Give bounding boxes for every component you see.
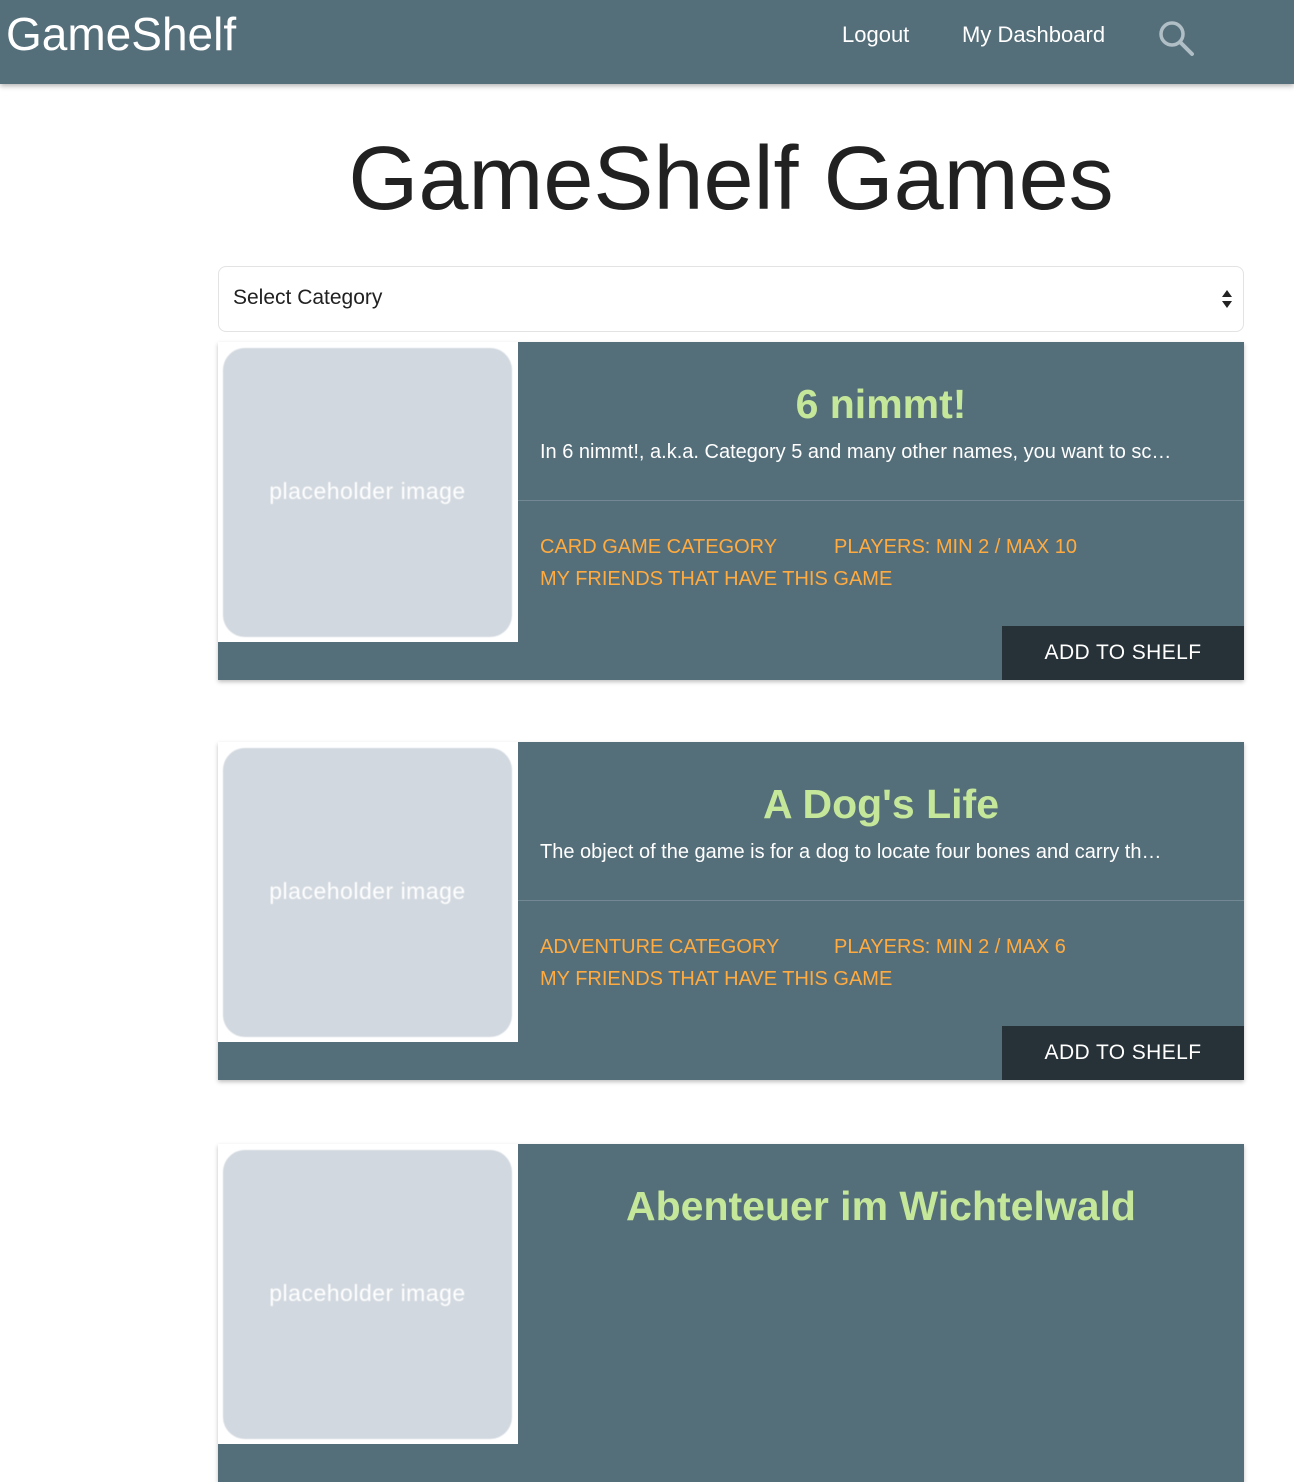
card-divider bbox=[518, 500, 1244, 501]
game-card: placeholder image A Dog's Life The objec… bbox=[218, 742, 1244, 1080]
game-image-frame: placeholder image bbox=[218, 742, 518, 1042]
game-title: Abenteuer im Wichtelwald bbox=[626, 1183, 1136, 1229]
game-image[interactable]: placeholder image bbox=[223, 348, 512, 637]
game-image-frame: placeholder image bbox=[218, 342, 518, 642]
game-card: placeholder image Abenteuer im Wichtelwa… bbox=[218, 1144, 1244, 1482]
game-players-link[interactable]: PLAYERS: MIN 2 / MAX 6 bbox=[834, 933, 1066, 961]
page-title: GameShelf Games bbox=[348, 129, 1114, 229]
category-select[interactable]: Select Category bbox=[218, 266, 1244, 332]
game-category-link[interactable]: ADVENTURE CATEGORY bbox=[540, 933, 779, 961]
placeholder-image-text: placeholder image bbox=[269, 878, 466, 904]
game-card: placeholder image 6 nimmt! In 6 nimmt!, … bbox=[218, 342, 1244, 680]
game-image[interactable]: placeholder image bbox=[223, 748, 512, 1037]
search-icon[interactable] bbox=[1156, 18, 1196, 58]
navbar: GameShelf Logout My Dashboard bbox=[0, 0, 1294, 84]
logout-link[interactable]: Logout bbox=[842, 20, 909, 50]
game-image-frame: placeholder image bbox=[218, 1144, 518, 1444]
add-to-shelf-button[interactable]: ADD TO SHELF bbox=[1002, 1026, 1244, 1080]
game-description: The object of the game is for a dog to l… bbox=[540, 841, 1162, 863]
placeholder-image-text: placeholder image bbox=[269, 1280, 466, 1306]
game-players-link[interactable]: PLAYERS: MIN 2 / MAX 10 bbox=[834, 533, 1077, 561]
brand-logo[interactable]: GameShelf bbox=[6, 6, 236, 62]
game-description: In 6 nimmt!, a.k.a. Category 5 and many … bbox=[540, 441, 1172, 463]
add-to-shelf-button[interactable]: ADD TO SHELF bbox=[1002, 626, 1244, 680]
card-divider bbox=[518, 900, 1244, 901]
select-arrows-icon bbox=[1222, 290, 1232, 308]
dashboard-link[interactable]: My Dashboard bbox=[962, 20, 1105, 50]
category-select-value: Select Category bbox=[233, 286, 383, 309]
game-image[interactable]: placeholder image bbox=[223, 1150, 512, 1439]
game-title: 6 nimmt! bbox=[795, 381, 967, 427]
game-category-link[interactable]: CARD GAME CATEGORY bbox=[540, 533, 777, 561]
friends-with-game-link[interactable]: MY FRIENDS THAT HAVE THIS GAME bbox=[540, 565, 892, 593]
game-title: A Dog's Life bbox=[762, 781, 999, 827]
friends-with-game-link[interactable]: MY FRIENDS THAT HAVE THIS GAME bbox=[540, 965, 892, 993]
placeholder-image-text: placeholder image bbox=[269, 478, 466, 504]
